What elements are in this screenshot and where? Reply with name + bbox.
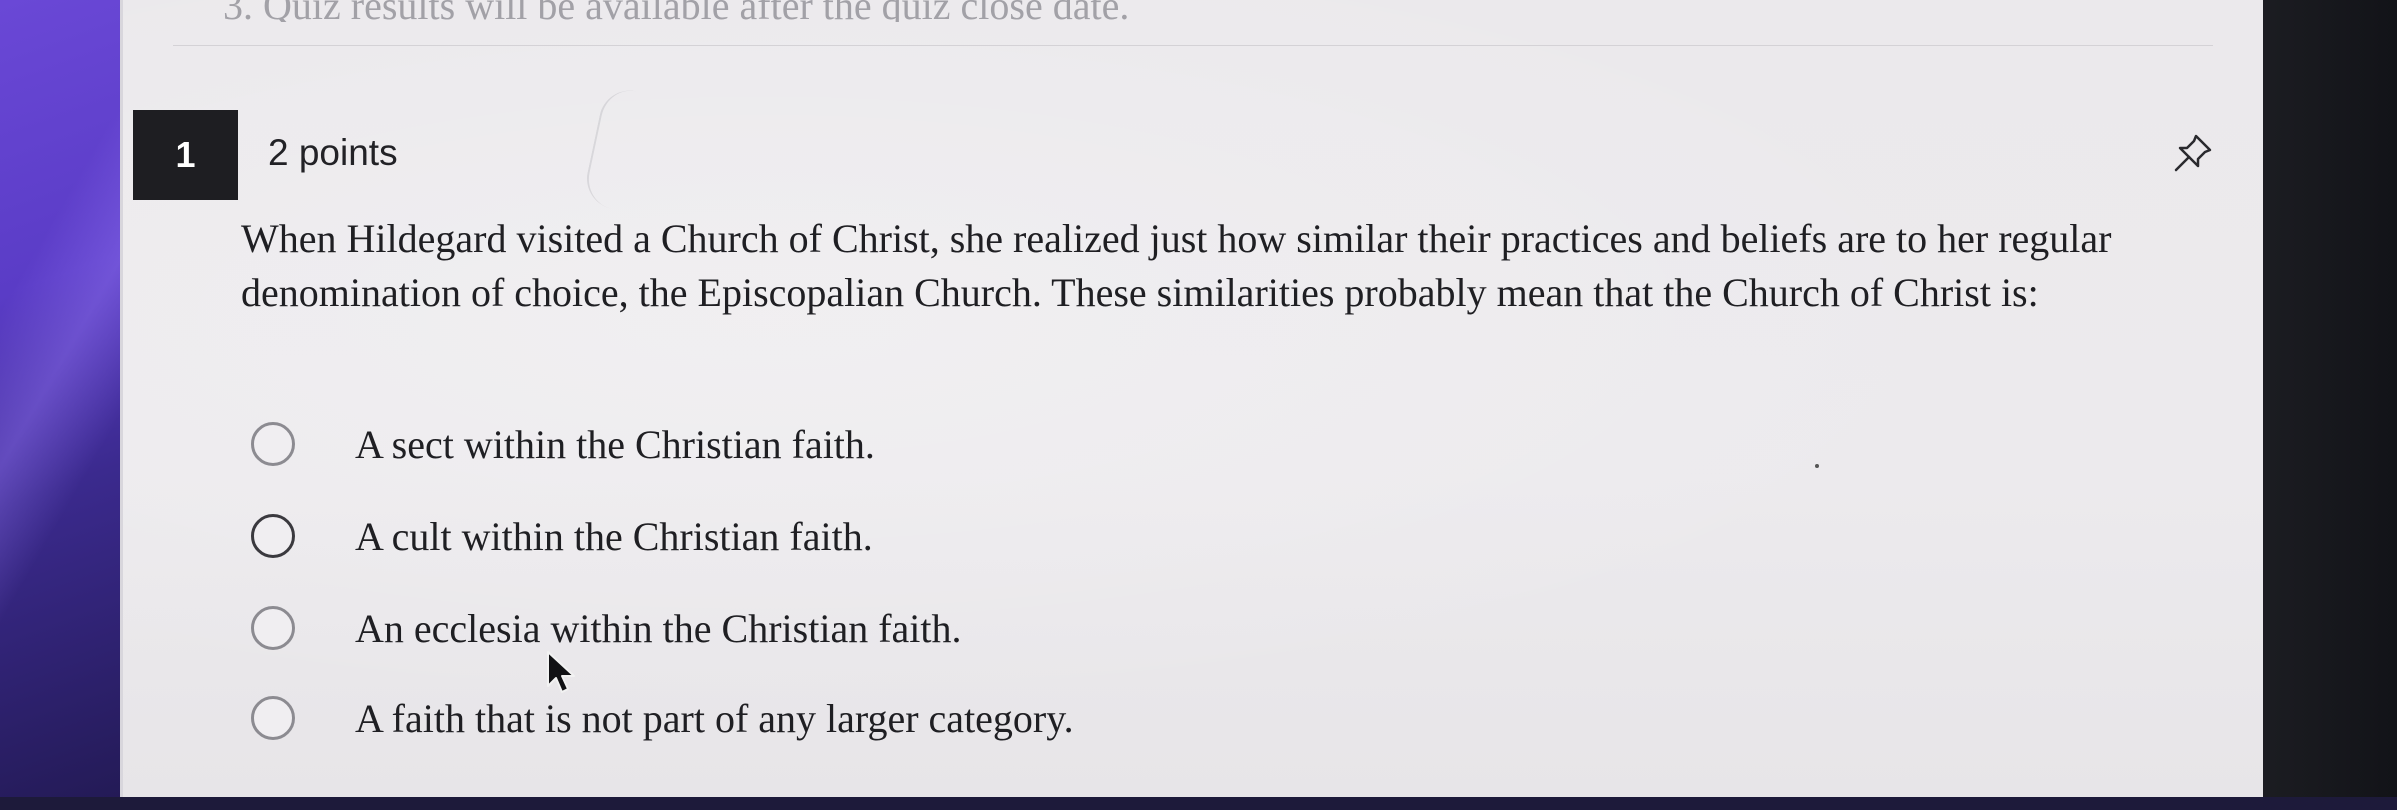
radio-button[interactable]: [251, 514, 295, 558]
answer-option-label: A sect within the Christian faith.: [355, 421, 875, 467]
divider: [173, 45, 2213, 46]
answer-option-label: A cult within the Christian faith.: [355, 513, 873, 559]
desktop-wallpaper-left: [0, 0, 140, 797]
quiz-page: 3. Quiz results will be available after …: [120, 0, 2263, 797]
question-points: 2 points: [268, 132, 398, 173]
answer-option-label: An ecclesia within the Christian faith.: [355, 605, 962, 651]
quiz-info-banner: 3. Quiz results will be available after …: [223, 0, 1523, 22]
screen-speck: [1815, 464, 1819, 468]
mouse-pointer-icon: [545, 650, 579, 698]
answer-option-4[interactable]: A faith that is not part of any larger c…: [251, 688, 1074, 748]
answer-option-1[interactable]: A sect within the Christian faith.: [251, 414, 875, 474]
question-number-badge: 1: [133, 110, 238, 200]
screen-bezel-right: [2257, 0, 2397, 797]
answer-option-2[interactable]: A cult within the Christian faith.: [251, 506, 873, 566]
question-text: When Hildegard visited a Church of Chris…: [241, 216, 2112, 315]
radio-button[interactable]: [251, 422, 295, 466]
radio-button[interactable]: [251, 696, 295, 740]
question-card: 1 2 points When Hildegard visited a Chur…: [133, 110, 2213, 810]
radio-button[interactable]: [251, 606, 295, 650]
answer-option-label: A faith that is not part of any larger c…: [355, 695, 1074, 741]
pin-icon[interactable]: [2168, 130, 2216, 178]
answer-option-3[interactable]: An ecclesia within the Christian faith.: [251, 598, 962, 658]
